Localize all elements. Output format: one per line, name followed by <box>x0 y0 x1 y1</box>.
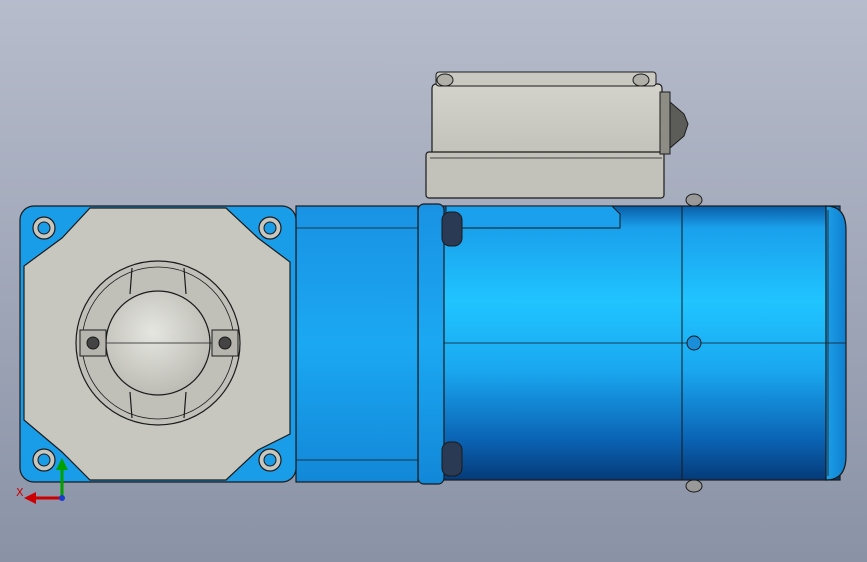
model-view[interactable] <box>0 0 867 562</box>
cad-viewport[interactable]: X <box>0 0 867 562</box>
terminal-box[interactable] <box>425 71 689 199</box>
gearbox-face[interactable] <box>19 205 297 483</box>
x-axis-label: X <box>16 486 24 499</box>
output-hub <box>75 260 241 426</box>
motor-body[interactable] <box>417 193 847 493</box>
gearbox-housing[interactable] <box>295 205 419 483</box>
